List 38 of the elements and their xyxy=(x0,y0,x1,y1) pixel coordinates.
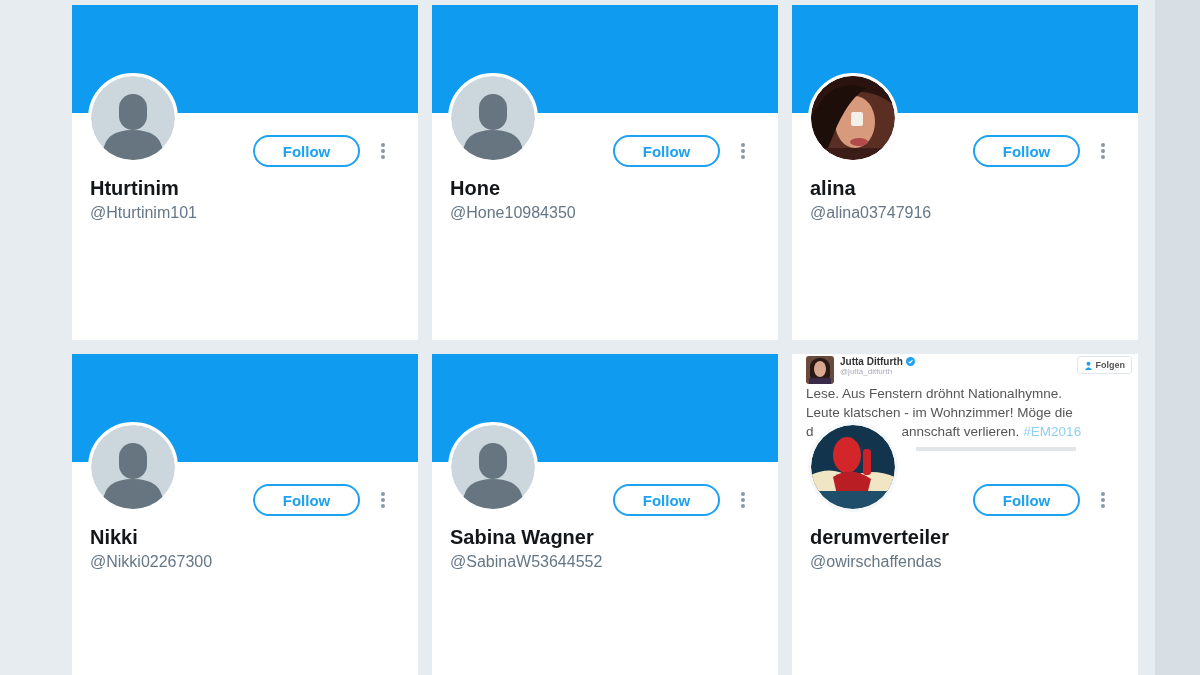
follow-button[interactable]: Folgen xyxy=(1076,356,1132,374)
username: @Hturtinim101 xyxy=(90,204,198,222)
follow-button[interactable]: Follow xyxy=(973,135,1080,167)
person-icon xyxy=(1083,360,1093,370)
tweet-text: Leute klatschen - im Wohnzimmer! Möge die xyxy=(806,404,1074,422)
more-icon[interactable] xyxy=(1100,142,1106,160)
avatar-icon xyxy=(91,425,175,509)
avatar-icon xyxy=(451,76,535,160)
username: @Hone10984350 xyxy=(450,204,577,222)
tweet-handle: @jutta_ditfurth xyxy=(840,367,894,376)
follow-button[interactable]: Follow xyxy=(253,484,360,516)
display-name: alina xyxy=(810,177,857,200)
username: @SabinaW53644552 xyxy=(450,553,604,571)
tweet-text: d xyxy=(806,423,814,441)
display-name: Nikki xyxy=(90,526,139,549)
follow-button[interactable]: Follow xyxy=(613,484,720,516)
tweet-text: Lese. Aus Fenstern dröhnt Nationalhymne. xyxy=(806,385,1063,403)
more-icon[interactable] xyxy=(380,491,386,509)
avatar-icon xyxy=(451,425,535,509)
more-icon[interactable] xyxy=(1100,491,1106,509)
more-icon[interactable] xyxy=(380,142,386,160)
username: @alina03747916 xyxy=(810,204,933,222)
display-name: Sabina Wagner xyxy=(450,526,595,549)
follow-button[interactable]: Follow xyxy=(973,484,1080,516)
tweet-text: annschaft verlieren. xyxy=(901,423,1020,441)
follow-button[interactable]: Follow xyxy=(613,135,720,167)
follow-button[interactable]: Follow xyxy=(253,135,360,167)
verified-icon xyxy=(905,357,915,366)
username: @Nikki02267300 xyxy=(90,553,214,571)
display-name: Hone xyxy=(450,177,501,200)
more-icon[interactable] xyxy=(740,142,746,160)
more-icon[interactable] xyxy=(740,491,746,509)
username: @owirschaffendas xyxy=(810,553,943,571)
avatar-icon xyxy=(91,76,175,160)
hashtag-link[interactable]: #EM2016 xyxy=(1023,422,1082,441)
display-name: derumverteiler xyxy=(810,526,950,549)
display-name: Hturtinim xyxy=(90,177,180,200)
tweet-author: Jutta Ditfurth xyxy=(840,356,903,367)
